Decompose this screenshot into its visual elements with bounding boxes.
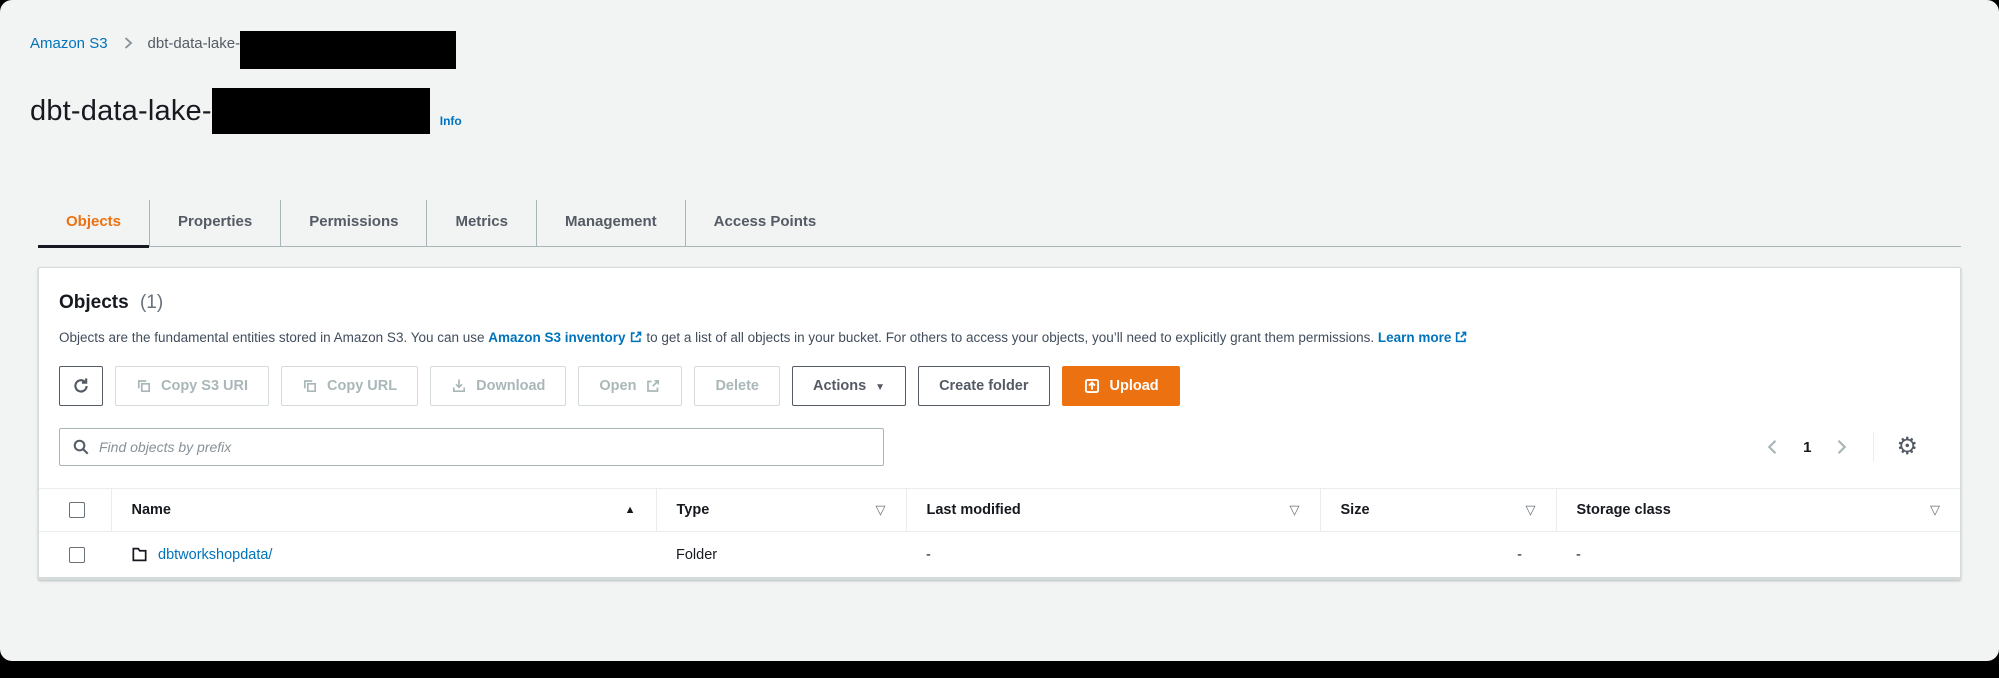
external-link-icon (1454, 330, 1468, 344)
copy-icon (136, 378, 152, 394)
caret-down-icon: ▼ (875, 381, 886, 393)
description-text-1: Objects are the fundamental entities sto… (59, 330, 489, 345)
folder-icon (131, 546, 148, 563)
table-row: dbtworkshopdata/ Folder - - - (39, 531, 1960, 580)
sort-icon[interactable]: ▽ (1930, 502, 1940, 518)
previous-page-icon[interactable] (1763, 437, 1783, 457)
pagination-controls: 1 ⚙ (1763, 432, 1940, 463)
amazon-s3-inventory-link[interactable]: Amazon S3 inventory (488, 330, 642, 345)
create-folder-button[interactable]: Create folder (918, 366, 1050, 407)
current-page-number[interactable]: 1 (1799, 439, 1815, 456)
external-link-icon (629, 330, 643, 344)
refresh-icon (72, 377, 90, 395)
cell-last-modified: - (906, 531, 1320, 580)
info-link[interactable]: Info (440, 114, 462, 134)
breadcrumb: Amazon S3 dbt-data-lake- (0, 0, 1999, 69)
breadcrumb-amazon-s3-link[interactable]: Amazon S3 (30, 35, 108, 52)
chevron-right-icon (120, 35, 136, 51)
divider (1873, 432, 1875, 463)
objects-panel: Objects (1) Objects are the fundamental … (38, 267, 1961, 581)
search-input[interactable] (99, 439, 871, 456)
actions-dropdown-button[interactable]: Actions ▼ (791, 366, 907, 407)
column-header-name[interactable]: Name ▲ (110, 488, 656, 533)
refresh-button[interactable] (59, 366, 103, 407)
objects-toolbar: Copy S3 URI Copy URL Download Open Delet… (59, 366, 1940, 407)
copy-icon (302, 378, 318, 394)
tab-management[interactable]: Management (535, 200, 685, 246)
table-header-row: Name ▲ Type ▽ Last modified ▽ Size ▽ Storage… (39, 488, 1960, 533)
learn-more-link[interactable]: Learn more (1378, 330, 1469, 345)
copy-s3-uri-button[interactable]: Copy S3 URI (115, 366, 270, 407)
object-name-link[interactable]: dbtworkshopdata/ (158, 547, 272, 563)
download-icon (451, 378, 467, 394)
column-header-last-modified[interactable]: Last modified ▽ (905, 488, 1320, 533)
tab-permissions[interactable]: Permissions (280, 200, 426, 246)
cell-size: - (1320, 531, 1556, 580)
column-header-storage-class[interactable]: Storage class ▽ (1555, 488, 1960, 533)
open-button[interactable]: Open (578, 366, 683, 407)
objects-description: Objects are the fundamental entities sto… (59, 328, 1940, 348)
tab-access-points[interactable]: Access Points (684, 200, 845, 246)
copy-url-button[interactable]: Copy URL (281, 366, 419, 407)
search-box[interactable] (59, 428, 884, 467)
objects-heading: Objects (1) (59, 268, 1940, 314)
breadcrumb-bucket-prefix: dbt-data-lake- (147, 34, 241, 52)
description-text-2: to get a list of all objects in your buc… (642, 330, 1378, 345)
objects-heading-title: Objects (59, 292, 129, 313)
settings-gear-icon[interactable]: ⚙ (1896, 435, 1918, 459)
tab-properties[interactable]: Properties (149, 200, 280, 246)
search-icon (72, 438, 90, 456)
page-header: dbt-data-lake- Info (30, 88, 1999, 134)
page-title: dbt-data-lake- (30, 94, 212, 127)
cell-type: Folder (656, 531, 906, 580)
next-page-icon[interactable] (1831, 437, 1851, 457)
column-header-type[interactable]: Type ▽ (655, 488, 906, 533)
sort-icon[interactable]: ▽ (1290, 502, 1300, 518)
cell-storage-class: - (1556, 531, 1960, 580)
row-checkbox[interactable] (69, 547, 85, 563)
filter-row: 1 ⚙ (59, 428, 1940, 467)
column-header-size[interactable]: Size ▽ (1319, 488, 1556, 533)
upload-button[interactable]: Upload (1061, 366, 1180, 407)
redaction-box (240, 31, 457, 69)
redaction-box (211, 88, 430, 134)
objects-count: (1) (139, 292, 164, 313)
bucket-tabs: Objects Properties Permissions Metrics M… (38, 200, 1961, 248)
external-link-icon (645, 378, 661, 394)
s3-console-screen: Amazon S3 dbt-data-lake- dbt-data-lake- … (0, 0, 1999, 661)
objects-table: Name ▲ Type ▽ Last modified ▽ Size ▽ Storage… (39, 488, 1960, 580)
upload-icon (1083, 377, 1101, 395)
tab-objects[interactable]: Objects (38, 200, 150, 248)
select-all-checkbox[interactable] (69, 502, 85, 519)
sort-icon[interactable]: ▽ (1526, 502, 1536, 518)
tab-metrics[interactable]: Metrics (426, 200, 536, 246)
sort-ascending-icon[interactable]: ▲ (625, 504, 636, 516)
breadcrumb-current-bucket: dbt-data-lake- (147, 24, 457, 69)
download-button[interactable]: Download (430, 366, 567, 407)
delete-button[interactable]: Delete (694, 366, 780, 407)
sort-icon[interactable]: ▽ (876, 502, 886, 518)
